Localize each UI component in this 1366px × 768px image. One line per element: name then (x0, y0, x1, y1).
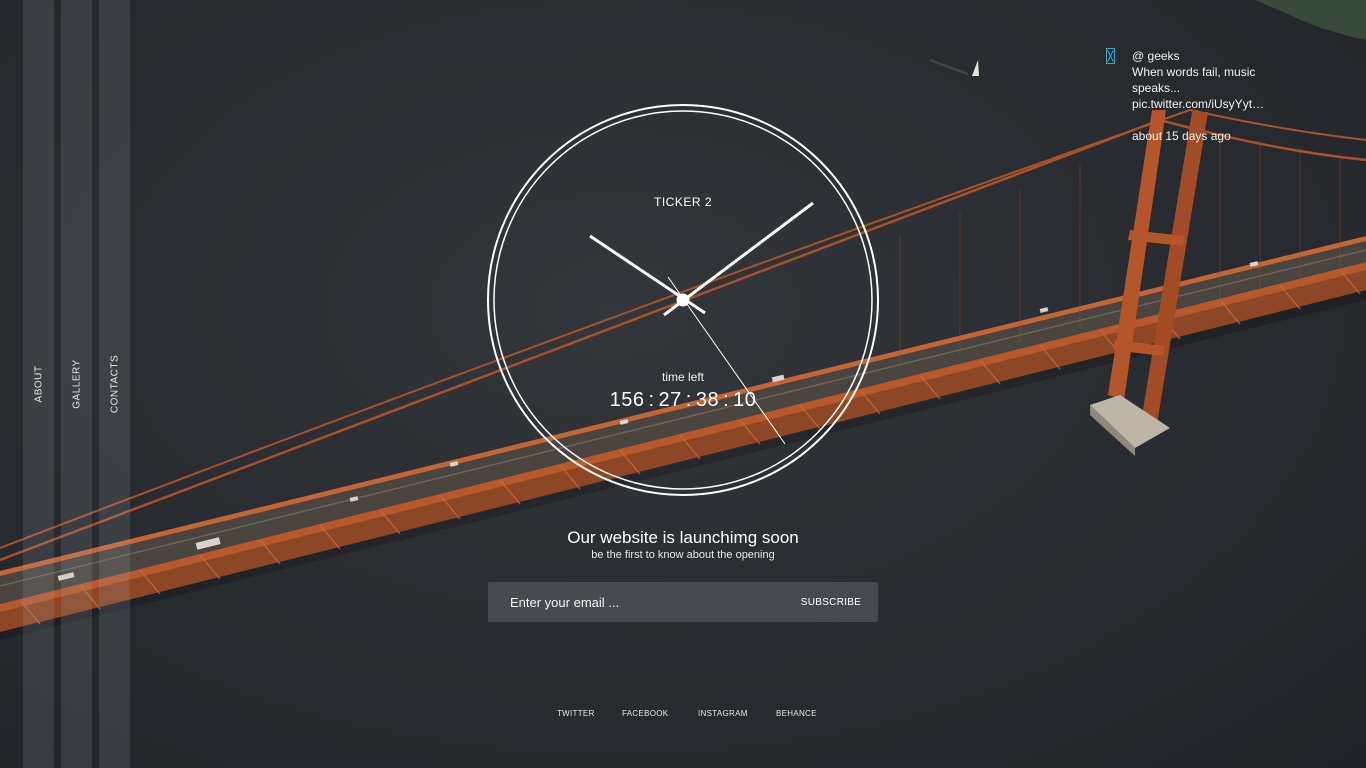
page: ABOUT GALLERY CONTACTS TICKER 2 time lef… (0, 0, 1366, 768)
sailboat-wake (929, 59, 969, 75)
countdown-separator: : (685, 389, 692, 411)
launch-headline: Our website is launchimg soon (567, 528, 799, 547)
nav-gallery[interactable]: GALLERY (61, 0, 92, 768)
countdown-separator: : (723, 389, 730, 411)
shoreline (1255, 0, 1366, 40)
sailboat (972, 60, 979, 76)
countdown-clock: TICKER 2 time left 156:27:38:10 (486, 103, 880, 497)
subscribe-button[interactable]: SUBSCRIBE (794, 582, 868, 622)
tweet-time: about 15 days ago (1132, 129, 1231, 143)
countdown-separator: : (648, 389, 655, 411)
tweet-text: When words fail, music speaks... pic.twi… (1132, 65, 1265, 111)
email-field[interactable] (498, 582, 778, 622)
countdown-seconds: 10 (733, 389, 757, 411)
countdown-minutes: 38 (695, 389, 720, 411)
nav-about-label: ABOUT (33, 365, 44, 403)
tweet-handle[interactable]: @ geeks (1132, 48, 1302, 64)
social-link-behance[interactable]: BEHANCE (776, 709, 817, 718)
hourglass-icon (1106, 48, 1115, 64)
clock-center-dot (676, 293, 690, 307)
subscribe-form: SUBSCRIBE (488, 582, 878, 622)
nav-about[interactable]: ABOUT (23, 0, 54, 768)
social-link-instagram[interactable]: INSTAGRAM (698, 709, 748, 718)
countdown-days: 156 (609, 389, 645, 411)
countdown-hours: 27 (658, 389, 682, 411)
latest-tweet: @ geeks When words fail, music speaks...… (1132, 48, 1302, 144)
nav-gallery-label: GALLERY (71, 359, 82, 409)
countdown-timer: 156:27:38:10 (486, 389, 880, 412)
nav-contacts-label: CONTACTS (109, 354, 120, 414)
nav-contacts[interactable]: CONTACTS (99, 0, 130, 768)
clock-title: TICKER 2 (653, 195, 712, 209)
social-link-facebook[interactable]: FACEBOOK (622, 709, 668, 718)
time-left-label: time left (661, 370, 704, 384)
launch-subline: be the first to know about the opening (591, 549, 775, 561)
social-link-twitter[interactable]: TWITTER (557, 709, 595, 718)
clock-face (487, 104, 879, 496)
